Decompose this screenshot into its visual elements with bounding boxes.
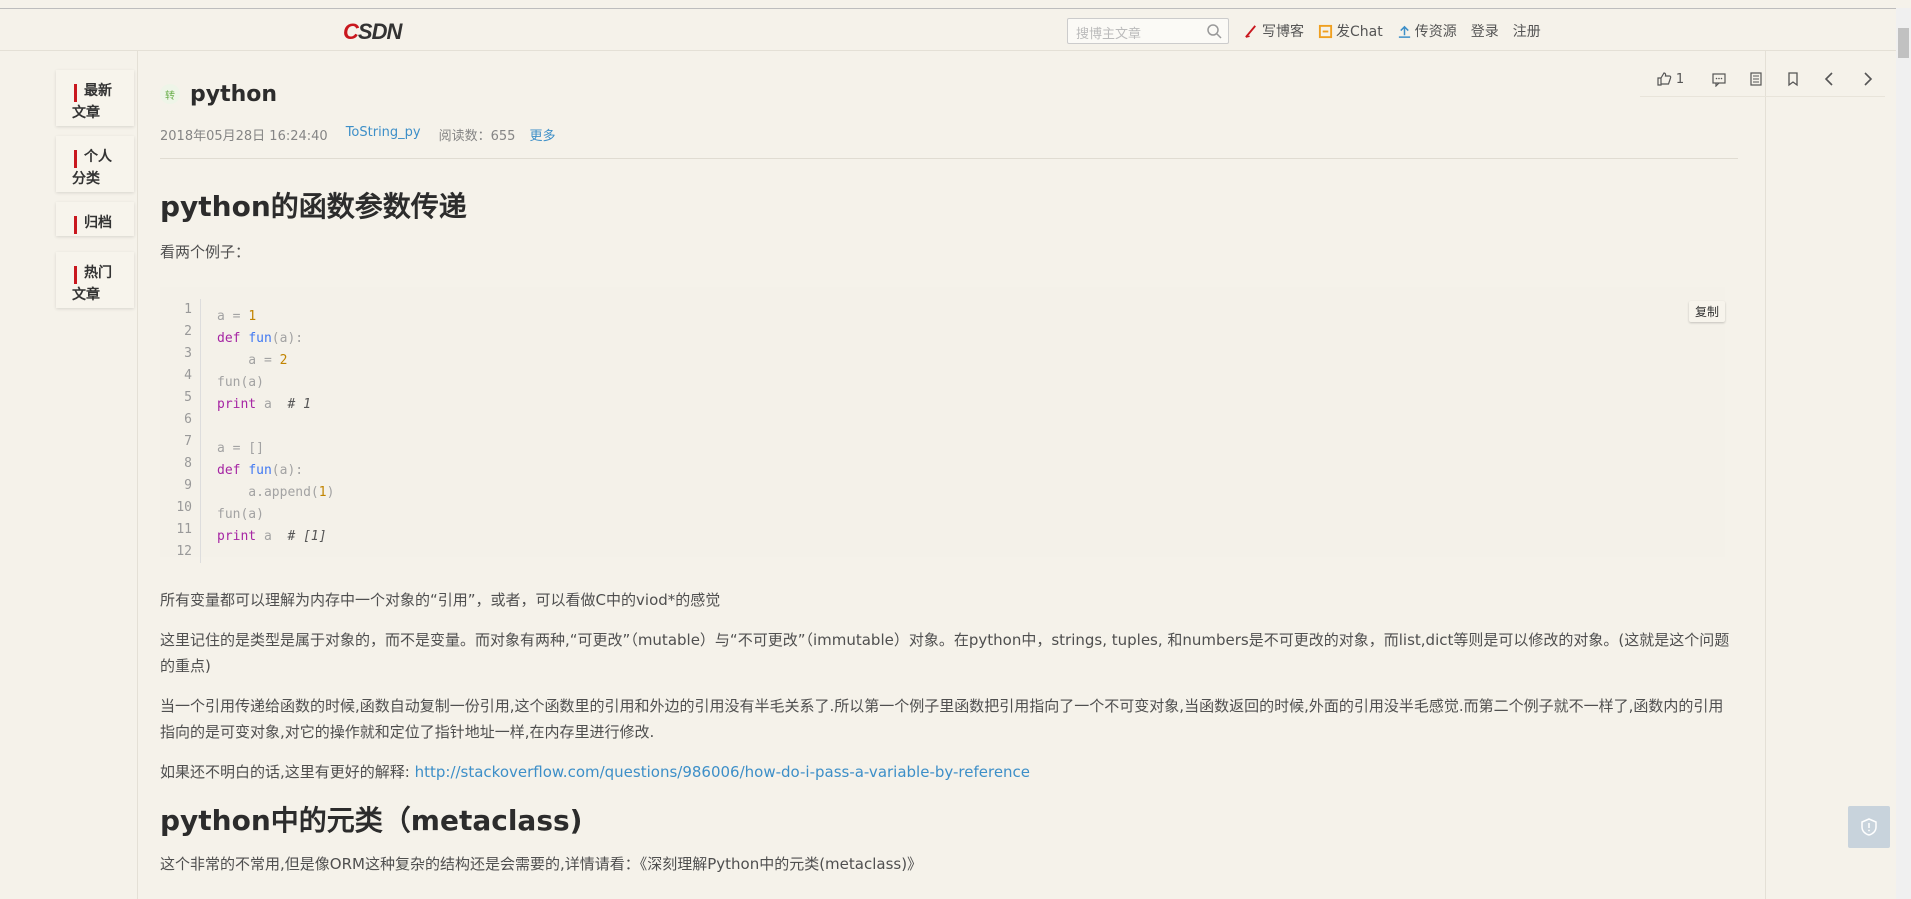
repost-badge: 转: [160, 84, 180, 104]
vertical-scrollbar[interactable]: [1896, 8, 1911, 899]
accent-bar: [74, 266, 77, 284]
article-title-row: 转 python: [160, 75, 1725, 113]
accent-bar: [74, 150, 77, 168]
sidebar-item-archive[interactable]: 归档: [56, 202, 134, 236]
sidebar-item-label: 个人分类: [72, 149, 112, 187]
paragraph: 这里记住的是类型是属于对象的，而不是变量。而对象有两种,“可更改”（mutabl…: [160, 631, 1730, 675]
chat-icon: [1318, 24, 1333, 38]
upload-icon: [1398, 25, 1410, 38]
pen-icon: [1245, 24, 1256, 38]
author-link[interactable]: ToString_py: [346, 125, 421, 144]
write-blog-label: 写博客: [1262, 24, 1304, 40]
bookmark-icon: [1787, 72, 1798, 87]
accent-bar: [74, 216, 77, 234]
chat-link[interactable]: 发Chat: [1318, 21, 1383, 41]
sidebar-item-label: 归档: [84, 215, 112, 231]
line-number: 5: [184, 390, 192, 405]
sidebar-item-label: 热门文章: [72, 265, 112, 303]
search-icon[interactable]: [1206, 23, 1222, 39]
line-number: 8: [184, 456, 192, 471]
sidebar-item-popular[interactable]: 热门文章: [56, 252, 134, 308]
code-line: a = []: [217, 441, 264, 456]
line-numbers: 1 2 3 4 5 6 7 8 9 10 11 12: [174, 299, 201, 563]
login-link[interactable]: 登录: [1471, 21, 1499, 41]
intro-text: 看两个例子：: [160, 243, 251, 261]
copy-button[interactable]: 复制: [1689, 301, 1725, 322]
code-line: print a # [1]: [217, 529, 327, 544]
shield-icon: [1861, 818, 1877, 836]
list-icon: [1749, 72, 1762, 86]
search-box[interactable]: 搜博主文章: [1067, 18, 1229, 44]
article: 转 python 2018年05月28日 16:24:40 ToString_p…: [160, 75, 1738, 877]
next-article-button[interactable]: [1848, 62, 1885, 96]
security-shield-button[interactable]: [1848, 806, 1890, 848]
prev-article-button[interactable]: [1811, 62, 1848, 96]
line-number: 1: [184, 302, 192, 317]
top-navbar: CSDN 搜博主文章 写博客 发Chat 传资源 登录 注册: [0, 8, 1896, 51]
code-line: def fun(a):: [217, 331, 304, 346]
search-input[interactable]: 搜博主文章: [1076, 23, 1141, 42]
sidebar-item-label: 最新文章: [72, 83, 112, 121]
paragraph: 所有变量都可以理解为内存中一个对象的“引用”，或者，可以看做C中的viod*的感…: [160, 591, 721, 609]
upload-label: 传资源: [1414, 24, 1457, 40]
publish-date: 2018年05月28日 16:24:40: [160, 129, 328, 144]
sidebar-item-latest[interactable]: 最新文章: [56, 70, 134, 126]
line-number: 3: [184, 346, 192, 361]
divider: [160, 158, 1738, 159]
code-line: a = 2: [217, 353, 288, 368]
next-arrow-icon: [1863, 72, 1872, 86]
code-block: 复制 1 2 3 4 5 6 7 8 9 10 11 12 a = 1 def …: [160, 287, 1725, 563]
upload-link[interactable]: 传资源: [1397, 21, 1457, 41]
code-content: a = 1 def fun(a): a = 2 fun(a) print a #…: [217, 306, 334, 570]
section-heading: python中的元类（metaclass): [160, 804, 583, 837]
paragraph: 这个非常的不常用,但是像ORM这种复杂的结构还是会需要的,详情请看：《深刻理解P…: [160, 855, 923, 873]
paragraph: 当一个引用传递给函数的时候,函数自动复制一份引用,这个函数里的引用和外边的引用没…: [160, 697, 1724, 741]
line-number: 9: [184, 478, 192, 493]
article-title: python: [190, 81, 278, 107]
code-line: print a # 1: [217, 397, 311, 412]
line-number: 12: [176, 544, 192, 559]
line-number: 10: [176, 500, 192, 515]
left-sidebar: 最新文章 个人分类 归档 热门文章: [56, 70, 134, 318]
code-line: def fun(a):: [217, 463, 304, 478]
sidebar-item-categories[interactable]: 个人分类: [56, 136, 134, 192]
write-blog-link[interactable]: 写博客: [1244, 21, 1304, 41]
line-number: 7: [184, 434, 192, 449]
stackoverflow-link[interactable]: http://stackoverflow.com/questions/98600…: [415, 763, 1030, 781]
code-line: a = 1: [217, 309, 257, 324]
scrollbar-thumb[interactable]: [1898, 28, 1909, 58]
header-nav: 写博客 发Chat 传资源 登录 注册: [1244, 21, 1541, 41]
chat-label: 发Chat: [1336, 24, 1383, 40]
line-number: 11: [176, 522, 192, 537]
section-heading: python的函数参数传递: [160, 190, 467, 223]
more-link[interactable]: 更多: [529, 125, 555, 144]
read-count: 阅读数：655: [438, 129, 516, 144]
csdn-logo[interactable]: CSDN: [343, 19, 402, 45]
code-line: a.append(1): [217, 485, 335, 500]
code-line: fun(a): [217, 507, 264, 522]
prev-arrow-icon: [1824, 72, 1833, 86]
line-number: 2: [184, 324, 192, 339]
line-number: 4: [184, 368, 192, 383]
toc-button[interactable]: [1737, 62, 1774, 96]
link-paragraph: 如果还不明白的话,这里有更好的解释: http://stackoverflow.…: [160, 759, 1730, 785]
register-link[interactable]: 注册: [1513, 21, 1541, 41]
code-line: fun(a): [217, 375, 264, 390]
accent-bar: [74, 84, 77, 102]
bookmark-button[interactable]: [1774, 62, 1811, 96]
article-meta: 2018年05月28日 16:24:40 ToString_py 阅读数：655…: [160, 125, 1725, 144]
link-prefix: 如果还不明白的话,这里有更好的解释:: [160, 763, 415, 781]
line-number: 6: [184, 412, 192, 427]
